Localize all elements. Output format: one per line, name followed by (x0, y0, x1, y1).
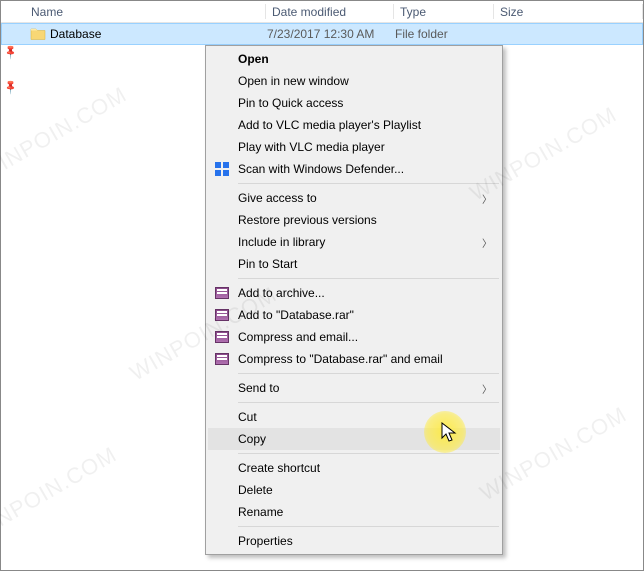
menu-open[interactable]: Open (208, 48, 500, 70)
pin-icon: 📌 (3, 44, 20, 61)
menu-add-rar[interactable]: Add to "Database.rar" (208, 304, 500, 326)
menu-give-access[interactable]: Give access to 〉 (208, 187, 500, 209)
menu-send-to[interactable]: Send to 〉 (208, 377, 500, 399)
file-name: Database (50, 27, 101, 41)
menu-separator (238, 402, 499, 403)
chevron-right-icon: 〉 (482, 191, 492, 206)
winrar-icon (214, 351, 230, 367)
folder-icon (30, 26, 46, 42)
menu-pin-start[interactable]: Pin to Start (208, 253, 500, 275)
winrar-icon (214, 307, 230, 323)
menu-label: Add to archive... (238, 286, 325, 300)
chevron-right-icon: 〉 (482, 235, 492, 250)
column-header-size[interactable]: Size (494, 1, 643, 22)
menu-label: Send to (238, 381, 279, 395)
menu-label: Give access to (238, 191, 317, 205)
menu-separator (238, 278, 499, 279)
file-name-cell: Database (2, 26, 267, 42)
context-menu: Open Open in new window Pin to Quick acc… (205, 45, 503, 555)
menu-add-archive[interactable]: Add to archive... (208, 282, 500, 304)
menu-separator (238, 373, 499, 374)
menu-rename[interactable]: Rename (208, 501, 500, 523)
menu-delete[interactable]: Delete (208, 479, 500, 501)
menu-label: Compress to "Database.rar" and email (238, 352, 443, 366)
menu-add-vlc-playlist[interactable]: Add to VLC media player's Playlist (208, 114, 500, 136)
file-row-selected[interactable]: Database 7/23/2017 12:30 AM File folder (1, 23, 643, 45)
menu-label: Add to "Database.rar" (238, 308, 354, 322)
watermark: WINPOIN.COM (0, 81, 131, 186)
file-type: File folder (395, 27, 495, 41)
menu-compress-rar-email[interactable]: Compress to "Database.rar" and email (208, 348, 500, 370)
quick-pins: 📌 📌 (1, 23, 21, 93)
menu-create-shortcut[interactable]: Create shortcut (208, 457, 500, 479)
chevron-right-icon: 〉 (482, 381, 492, 396)
menu-compress-email[interactable]: Compress and email... (208, 326, 500, 348)
menu-label: Compress and email... (238, 330, 358, 344)
defender-icon (214, 161, 230, 177)
file-date: 7/23/2017 12:30 AM (267, 27, 395, 41)
menu-include-library[interactable]: Include in library 〉 (208, 231, 500, 253)
column-header-name[interactable]: Name (1, 1, 266, 22)
menu-label: Include in library (238, 235, 325, 249)
menu-pin-quick-access[interactable]: Pin to Quick access (208, 92, 500, 114)
winrar-icon (214, 285, 230, 301)
menu-label: Scan with Windows Defender... (238, 162, 404, 176)
menu-restore-versions[interactable]: Restore previous versions (208, 209, 500, 231)
watermark: WINPOIN.COM (0, 441, 121, 546)
column-header-row: Name Date modified Type Size (1, 1, 643, 23)
winrar-icon (214, 329, 230, 345)
menu-separator (238, 453, 499, 454)
pin-icon: 📌 (3, 79, 20, 96)
column-header-type[interactable]: Type (394, 1, 494, 22)
menu-copy[interactable]: Copy (208, 428, 500, 450)
menu-play-vlc[interactable]: Play with VLC media player (208, 136, 500, 158)
menu-separator (238, 526, 499, 527)
column-header-date[interactable]: Date modified (266, 1, 394, 22)
menu-cut[interactable]: Cut (208, 406, 500, 428)
menu-properties[interactable]: Properties (208, 530, 500, 552)
menu-open-new-window[interactable]: Open in new window (208, 70, 500, 92)
menu-scan-defender[interactable]: Scan with Windows Defender... (208, 158, 500, 180)
menu-separator (238, 183, 499, 184)
